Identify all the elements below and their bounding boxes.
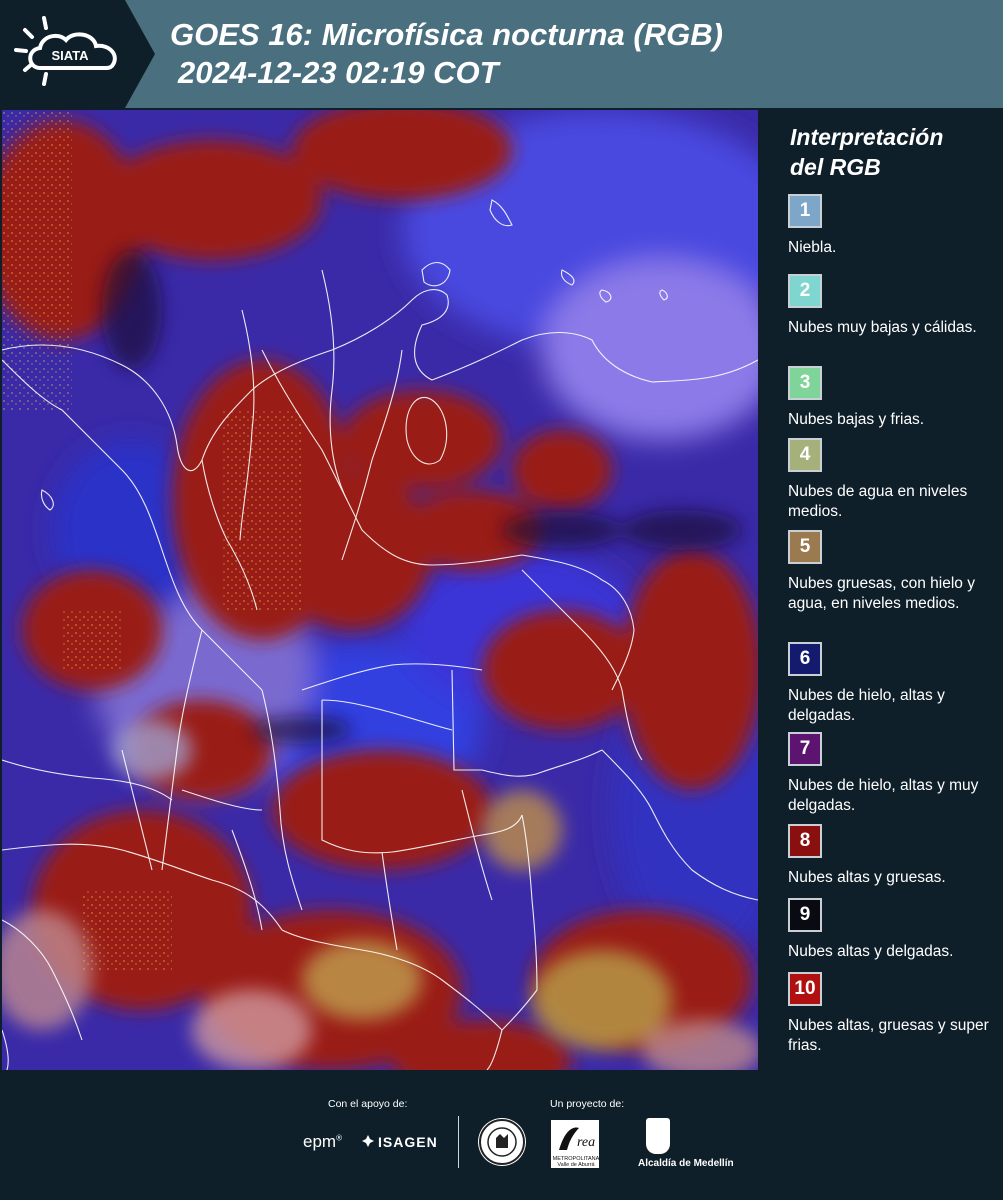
legend-text: Niebla.	[788, 239, 837, 256]
legend-swatch: 1	[788, 194, 822, 228]
siata-logo: SIATA	[0, 0, 155, 108]
epm-logo: epm®	[303, 1132, 342, 1151]
title-line-1: GOES 16: Microfísica nocturna (RGB)	[170, 17, 723, 52]
legend-item: 1 Niebla.	[788, 194, 998, 258]
legend-item: 8 Nubes altas y gruesas.	[788, 824, 998, 888]
legend-swatch: 4	[788, 438, 822, 472]
legend-text: Nubes de hielo, altas y muy delgadas.	[788, 777, 979, 814]
legend-swatch: 10	[788, 972, 822, 1006]
legend-text: Nubes gruesas, con hielo y agua, en nive…	[788, 575, 975, 612]
legend-title-line-2: del RGB	[790, 154, 881, 180]
legend-item: 10 Nubes altas, gruesas y super frias.	[788, 972, 998, 1056]
legend-text: Nubes muy bajas y cálidas.	[788, 319, 977, 336]
isagen-logo-text: ISAGEN	[378, 1134, 438, 1150]
rgb-legend: Interpretación del RGB 1 Niebla. 2 Nubes…	[776, 110, 1000, 1070]
support-label: Con el apoyo de:	[328, 1098, 408, 1110]
legend-item: 5 Nubes gruesas, con hielo y agua, en ni…	[788, 530, 998, 614]
legend-item: 2 Nubes muy bajas y cálidas.	[788, 274, 998, 338]
legend-text: Nubes de agua en niveles medios.	[788, 483, 968, 520]
legend-swatch: 9	[788, 898, 822, 932]
legend-swatch: 6	[788, 642, 822, 676]
university-seal-icon	[478, 1118, 526, 1166]
legend-item: 4 Nubes de agua en niveles medios.	[788, 438, 998, 522]
legend-title-line-1: Interpretación	[790, 124, 944, 150]
svg-text:rea: rea	[577, 1135, 595, 1150]
header-bar: SIATA GOES 16: Microfísica nocturna (RGB…	[0, 0, 1003, 108]
legend-swatch: 8	[788, 824, 822, 858]
legend-item: 6 Nubes de hielo, altas y delgadas.	[788, 642, 998, 726]
legend-text: Nubes altas y delgadas.	[788, 943, 954, 960]
isagen-logo: ISAGEN	[362, 1134, 438, 1150]
legend-text: Nubes altas, gruesas y super frias.	[788, 1017, 989, 1054]
legend-item: 9 Nubes altas y delgadas.	[788, 898, 998, 962]
legend-text: Nubes bajas y frias.	[788, 411, 925, 428]
legend-swatch: 7	[788, 732, 822, 766]
epm-logo-text: epm	[303, 1132, 337, 1151]
satellite-map	[2, 110, 758, 1070]
isagen-icon	[362, 1134, 374, 1150]
legend-swatch: 3	[788, 366, 822, 400]
legend-text: Nubes altas y gruesas.	[788, 869, 946, 886]
legend-item: 3 Nubes bajas y frias.	[788, 366, 998, 430]
footer: Con el apoyo de: Un proyecto de: epm® IS…	[0, 1070, 1003, 1200]
footer-divider	[458, 1116, 459, 1168]
area-metropolitana-text: METROPOLITANA Valle de Aburrá	[552, 1156, 600, 1168]
legend-item: 7 Nubes de hielo, altas y muy delgadas.	[788, 732, 998, 816]
siata-logo-text: SIATA	[51, 48, 89, 63]
project-label: Un proyecto de:	[550, 1098, 625, 1110]
legend-text: Nubes de hielo, altas y delgadas.	[788, 687, 945, 724]
legend-swatch: 5	[788, 530, 822, 564]
medellin-shield-icon	[646, 1118, 670, 1154]
legend-title: Interpretación del RGB	[790, 122, 943, 182]
page-title: GOES 16: Microfísica nocturna (RGB) 2024…	[170, 16, 723, 92]
legend-swatch: 2	[788, 274, 822, 308]
title-line-2: 2024-12-23 02:19 COT	[178, 55, 499, 90]
alcaldia-medellin-logo-text: Alcaldía de Medellín	[638, 1158, 734, 1169]
